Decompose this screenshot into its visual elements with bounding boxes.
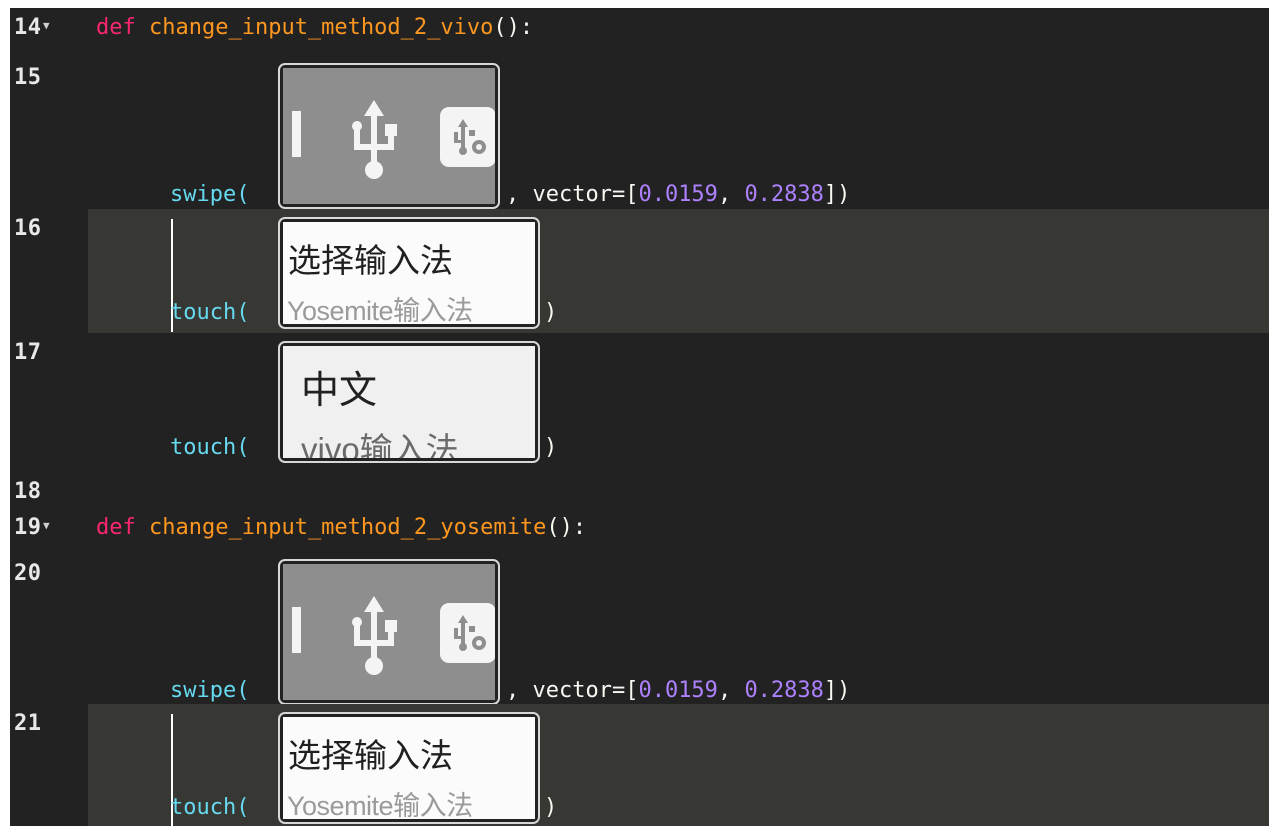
input-method-select-thumbnail[interactable]: 选择输入法 Yosemite输入法 [278, 712, 540, 824]
code-line-20[interactable]: 20 swipe( , vector=[0.0159, 0.2838]) [10, 554, 1269, 710]
code-line-15[interactable]: 15 swipe( , vector=[0.0159, 0.2838]) [10, 58, 1269, 214]
thumbnail-subtitle: Yosemite输入法 [287, 791, 473, 819]
usb-settings-icon [440, 107, 495, 167]
code-text: touch( [170, 795, 250, 820]
thumbnail-subtitle: vivo输入法 [301, 431, 459, 458]
current-line-highlight [88, 704, 1269, 826]
usb-screenshot-thumbnail[interactable] [278, 559, 500, 705]
notification-bar-icon [292, 111, 301, 157]
code-line-21[interactable]: 21 touch( 选择输入法 Yosemite输入法 ) [10, 704, 1269, 826]
code-line-14[interactable]: 14 ▼ def change_input_method_2_vivo(): [10, 8, 1269, 58]
code-text: ) [544, 795, 558, 820]
thumbnail-title: 选择输入法 [288, 241, 453, 280]
chinese-option-thumbnail[interactable]: 中文 vivo输入法 [278, 341, 540, 463]
code-text: swipe( [170, 678, 250, 703]
usb-screenshot-thumbnail[interactable] [278, 63, 500, 209]
fold-arrow-icon[interactable]: ▼ [43, 19, 50, 32]
line-number: 16 [14, 216, 42, 241]
code-text: def change_input_method_2_vivo(): [96, 15, 534, 40]
line-number: 17 [14, 340, 42, 365]
code-text: , vector=[0.0159, 0.2838]) [506, 678, 851, 703]
line-number: 15 [14, 65, 42, 90]
thumbnail-subtitle: Yosemite输入法 [287, 296, 473, 324]
line-number: 19 [14, 515, 42, 540]
thumbnail-title: 中文 [301, 368, 378, 412]
code-text: ) [544, 435, 558, 460]
line-number: 18 [14, 479, 42, 504]
code-text: ) [544, 300, 558, 325]
code-line-19[interactable]: 19 ▼ def change_input_method_2_yosemite(… [10, 508, 1269, 558]
code-text: def change_input_method_2_yosemite(): [96, 515, 587, 540]
code-text: , vector=[0.0159, 0.2838]) [506, 182, 851, 207]
thumbnail-title: 选择输入法 [288, 736, 453, 775]
usb-icon [352, 100, 397, 179]
code-text: swipe( [170, 182, 250, 207]
code-line-16[interactable]: 16 touch( 选择输入法 Yosemite输入法 ) [10, 209, 1269, 333]
usb-settings-icon [440, 603, 495, 663]
code-text: touch( [170, 435, 250, 460]
current-line-highlight [88, 209, 1269, 333]
line-number: 21 [14, 711, 42, 736]
code-line-17[interactable]: 17 touch( 中文 vivo输入法 ) [10, 333, 1269, 466]
code-area[interactable]: 14 ▼ def change_input_method_2_vivo(): 1… [10, 8, 1269, 826]
notification-bar-icon [292, 607, 301, 653]
code-line-18[interactable]: 18 [10, 474, 1269, 506]
line-number: 20 [14, 561, 42, 586]
line-number: 14 [14, 15, 42, 40]
code-text: touch( [170, 300, 250, 325]
fold-arrow-icon[interactable]: ▼ [43, 519, 50, 532]
usb-icon [352, 596, 397, 675]
input-method-select-thumbnail[interactable]: 选择输入法 Yosemite输入法 [278, 217, 540, 329]
code-editor[interactable]: 14 ▼ def change_input_method_2_vivo(): 1… [0, 0, 1269, 834]
